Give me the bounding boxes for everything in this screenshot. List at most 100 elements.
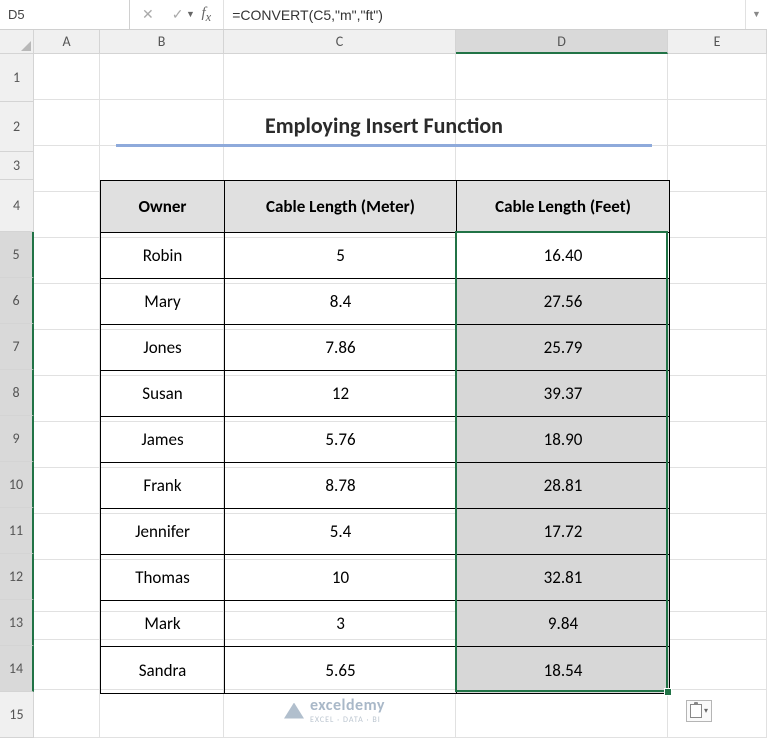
cell-A15[interactable]	[34, 54, 100, 100]
row-header-12[interactable]: 12	[0, 554, 34, 600]
cell-A14[interactable]	[34, 100, 100, 146]
row-header-3[interactable]: 3	[0, 152, 34, 180]
table-cell-r5-c0[interactable]: Frank	[101, 463, 225, 509]
cell-E3[interactable]	[668, 612, 767, 640]
row-header-9[interactable]: 9	[0, 416, 34, 462]
cell-E11[interactable]	[668, 238, 767, 284]
spreadsheet-grid: ABCDE 123456789101112131415 Employing In…	[0, 30, 767, 734]
table-cell-r9-c1[interactable]: 5.65	[225, 647, 457, 693]
table-cell-r8-c2[interactable]: 9.84	[457, 601, 669, 647]
cell-E4[interactable]	[668, 560, 767, 612]
data-table: OwnerCable Length (Meter)Cable Length (F…	[100, 180, 670, 694]
table-cell-r4-c1[interactable]: 5.76	[225, 417, 457, 463]
cell-E9[interactable]	[668, 330, 767, 376]
row-header-5[interactable]: 5	[0, 232, 34, 278]
cell-A2[interactable]	[34, 640, 100, 690]
table-cell-r0-c0[interactable]: Robin	[101, 233, 225, 279]
cell-E2[interactable]	[668, 640, 767, 690]
row-header-4[interactable]: 4	[0, 180, 34, 232]
cell-E13[interactable]	[668, 146, 767, 192]
table-cell-r2-c0[interactable]: Jones	[101, 325, 225, 371]
col-header-A[interactable]: A	[34, 30, 100, 54]
cell-E10[interactable]	[668, 284, 767, 330]
row-header-7[interactable]: 7	[0, 324, 34, 370]
fill-handle[interactable]	[664, 688, 672, 696]
row-header-2[interactable]: 2	[0, 102, 34, 152]
cell-E7[interactable]	[668, 422, 767, 468]
table-cell-r8-c1[interactable]: 3	[225, 601, 457, 647]
cell-E8[interactable]	[668, 376, 767, 422]
row-header-10[interactable]: 10	[0, 462, 34, 508]
cell-A8[interactable]	[34, 376, 100, 422]
cancel-formula-icon[interactable]: ✕	[142, 6, 154, 23]
paste-options-button[interactable]	[686, 700, 712, 722]
formula-bar-expand-icon[interactable]: ▼	[745, 0, 767, 29]
table-cell-r3-c2[interactable]: 39.37	[457, 371, 669, 417]
cell-A11[interactable]	[34, 238, 100, 284]
row-header-14[interactable]: 14	[0, 646, 34, 692]
table-cell-r9-c0[interactable]: Sandra	[101, 647, 225, 693]
table-cell-r7-c1[interactable]: 10	[225, 555, 457, 601]
watermark-sub: EXCEL · DATA · BI	[310, 715, 385, 725]
cell-A7[interactable]	[34, 422, 100, 468]
col-header-B[interactable]: B	[100, 30, 224, 54]
table-cell-r6-c1[interactable]: 5.4	[225, 509, 457, 555]
row-header-6[interactable]: 6	[0, 278, 34, 324]
table-cell-r1-c2[interactable]: 27.56	[457, 279, 669, 325]
table-cell-r4-c2[interactable]: 18.90	[457, 417, 669, 463]
table-cell-r9-c2[interactable]: 18.54	[457, 647, 669, 693]
row-header-8[interactable]: 8	[0, 370, 34, 416]
cell-A10[interactable]	[34, 284, 100, 330]
col-header-E[interactable]: E	[668, 30, 767, 54]
row-header-13[interactable]: 13	[0, 600, 34, 646]
table-cell-r2-c2[interactable]: 25.79	[457, 325, 669, 371]
row-header-1[interactable]: 1	[0, 54, 34, 102]
cell-A12[interactable]	[34, 192, 100, 238]
col-header-C[interactable]: C	[224, 30, 456, 54]
table-header-1[interactable]: Cable Length (Meter)	[225, 181, 457, 233]
cell-A13[interactable]	[34, 146, 100, 192]
cell-D1[interactable]	[456, 690, 668, 738]
table-cell-r4-c0[interactable]: James	[101, 417, 225, 463]
table-cell-r8-c0[interactable]: Mark	[101, 601, 225, 647]
select-all-corner[interactable]	[0, 30, 34, 54]
table-header-2[interactable]: Cable Length (Feet)	[457, 181, 669, 233]
table-cell-r3-c0[interactable]: Susan	[101, 371, 225, 417]
table-cell-r6-c2[interactable]: 17.72	[457, 509, 669, 555]
table-cell-r2-c1[interactable]: 7.86	[225, 325, 457, 371]
table-cell-r7-c0[interactable]: Thomas	[101, 555, 225, 601]
table-header-0[interactable]: Owner	[101, 181, 225, 233]
cell-C15[interactable]	[224, 54, 456, 100]
table-cell-r1-c1[interactable]: 8.4	[225, 279, 457, 325]
table-cell-r5-c2[interactable]: 28.81	[457, 463, 669, 509]
row-header-15[interactable]: 15	[0, 692, 34, 738]
formula-input[interactable]	[224, 0, 745, 29]
cell-A5[interactable]	[34, 514, 100, 560]
cell-E1[interactable]	[668, 690, 767, 738]
cell-B1[interactable]	[100, 690, 224, 738]
accept-formula-icon[interactable]: ✓	[172, 6, 184, 23]
table-cell-r5-c1[interactable]: 8.78	[225, 463, 457, 509]
table-cell-r0-c1[interactable]: 5	[225, 233, 457, 279]
col-header-D[interactable]: D	[456, 30, 668, 54]
cell-A9[interactable]	[34, 330, 100, 376]
cell-E14[interactable]	[668, 100, 767, 146]
table-cell-r3-c1[interactable]: 12	[225, 371, 457, 417]
table-cell-r6-c0[interactable]: Jennifer	[101, 509, 225, 555]
cell-D15[interactable]	[456, 54, 668, 100]
cell-A3[interactable]	[34, 612, 100, 640]
table-cell-r0-c2[interactable]: 16.40	[457, 233, 669, 279]
cells-area[interactable]: Employing Insert FunctionOwnerCable Leng…	[34, 54, 767, 738]
cell-A1[interactable]	[34, 690, 100, 738]
row-header-11[interactable]: 11	[0, 508, 34, 554]
table-cell-r1-c0[interactable]: Mary	[101, 279, 225, 325]
fx-icon[interactable]: fx	[201, 5, 211, 25]
cell-A4[interactable]	[34, 560, 100, 612]
cell-E15[interactable]	[668, 54, 767, 100]
cell-E12[interactable]	[668, 192, 767, 238]
cell-A6[interactable]	[34, 468, 100, 514]
cell-B15[interactable]	[100, 54, 224, 100]
cell-E5[interactable]	[668, 514, 767, 560]
cell-E6[interactable]	[668, 468, 767, 514]
table-cell-r7-c2[interactable]: 32.81	[457, 555, 669, 601]
